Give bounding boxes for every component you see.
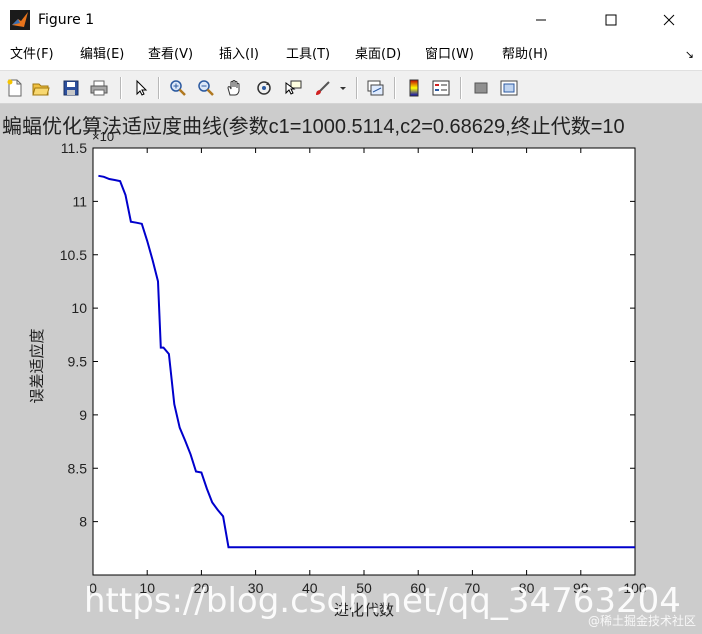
open-file-button[interactable] — [30, 77, 52, 99]
colorbar-icon — [409, 79, 419, 97]
menu-bar: 文件(F) 编辑(E) 查看(V) 插入(I) 工具(T) 桌面(D) 窗口(W… — [0, 40, 702, 70]
maximize-icon — [605, 14, 617, 26]
y-axis-label: 误差适应度 — [28, 328, 46, 403]
colorbar-button[interactable] — [403, 77, 425, 99]
data-cursor-icon — [285, 80, 302, 95]
link-plot-icon — [367, 80, 384, 96]
maximize-button[interactable] — [588, 0, 634, 40]
menu-file[interactable]: 文件(F) — [10, 46, 54, 64]
print-button[interactable] — [88, 77, 110, 99]
pointer-icon — [136, 79, 148, 96]
toolbar-separator — [158, 77, 160, 99]
menu-desktop[interactable]: 桌面(D) — [355, 46, 401, 64]
y-tick-label: 10 — [71, 300, 87, 316]
brush-dropdown[interactable] — [336, 77, 350, 99]
zoom-in-button[interactable] — [167, 77, 189, 99]
y-tick-label: 9 — [79, 407, 87, 423]
minimize-icon — [536, 19, 546, 21]
window-title: Figure 1 — [38, 12, 95, 28]
zoom-out-icon — [198, 80, 214, 96]
legend-button[interactable] — [430, 77, 452, 99]
new-file-icon — [7, 79, 22, 97]
axis-exponent-label: ×10 — [92, 129, 114, 144]
save-button[interactable] — [60, 77, 82, 99]
window-titlebar: Figure 1 — [0, 0, 702, 40]
brush-icon — [316, 81, 330, 95]
print-icon — [90, 80, 108, 96]
open-folder-icon — [32, 83, 50, 96]
y-tick-label: 11 — [72, 193, 87, 209]
toolbar-separator — [460, 77, 462, 99]
data-cursor-button[interactable] — [282, 77, 304, 99]
y-tick-label: 10.5 — [60, 247, 87, 263]
rotate-3d-icon — [257, 81, 271, 95]
legend-icon — [432, 80, 450, 96]
menu-edit[interactable]: 编辑(E) — [80, 46, 124, 64]
menu-tools[interactable]: 工具(T) — [286, 46, 330, 64]
menu-insert[interactable]: 插入(I) — [219, 46, 259, 64]
new-file-button[interactable] — [4, 77, 26, 99]
brush-button[interactable] — [312, 77, 334, 99]
minimize-button[interactable] — [518, 0, 564, 40]
menu-view[interactable]: 查看(V) — [148, 46, 193, 64]
menu-help[interactable]: 帮助(H) — [502, 46, 548, 64]
zoom-in-icon — [170, 80, 186, 96]
show-plot-tools-icon — [500, 80, 518, 96]
rotate-3d-button[interactable] — [253, 77, 275, 99]
toolbar-separator — [356, 77, 358, 99]
menu-overflow-icon[interactable]: ↘ — [685, 48, 694, 61]
figure-canvas: 0 10 20 30 40 50 60 70 80 90 100 8 8.5 9 9.5 10 10.5 11 11… — [0, 104, 702, 634]
pointer-button[interactable] — [130, 77, 152, 99]
zoom-out-button[interactable] — [195, 77, 217, 99]
close-icon — [663, 14, 675, 26]
matlab-logo-icon — [10, 10, 30, 30]
hide-plot-tools-icon — [474, 82, 488, 94]
corner-watermark: @稀土掘金技术社区 — [587, 614, 696, 628]
menu-window[interactable]: 窗口(W) — [425, 46, 474, 64]
axes-box — [92, 147, 636, 576]
y-tick-label: 8.5 — [68, 460, 88, 476]
fitness-curve-chart: 0 10 20 30 40 50 60 70 80 90 10088.599.51010.51111… — [2, 115, 647, 619]
y-tick-label: 11.5 — [61, 140, 87, 156]
toolbar-separator — [394, 77, 396, 99]
y-tick-label: 8 — [79, 514, 87, 530]
pan-hand-icon — [227, 80, 240, 96]
close-button[interactable] — [646, 0, 692, 40]
figure-toolbar — [0, 70, 702, 104]
link-plot-button[interactable] — [364, 77, 386, 99]
show-plot-tools-button[interactable] — [498, 77, 520, 99]
hide-plot-tools-button[interactable] — [470, 77, 492, 99]
save-icon — [63, 80, 79, 96]
pan-button[interactable] — [223, 77, 245, 99]
y-tick-label: 9.5 — [68, 354, 88, 370]
toolbar-separator — [120, 77, 122, 99]
chevron-down-icon — [340, 87, 346, 90]
